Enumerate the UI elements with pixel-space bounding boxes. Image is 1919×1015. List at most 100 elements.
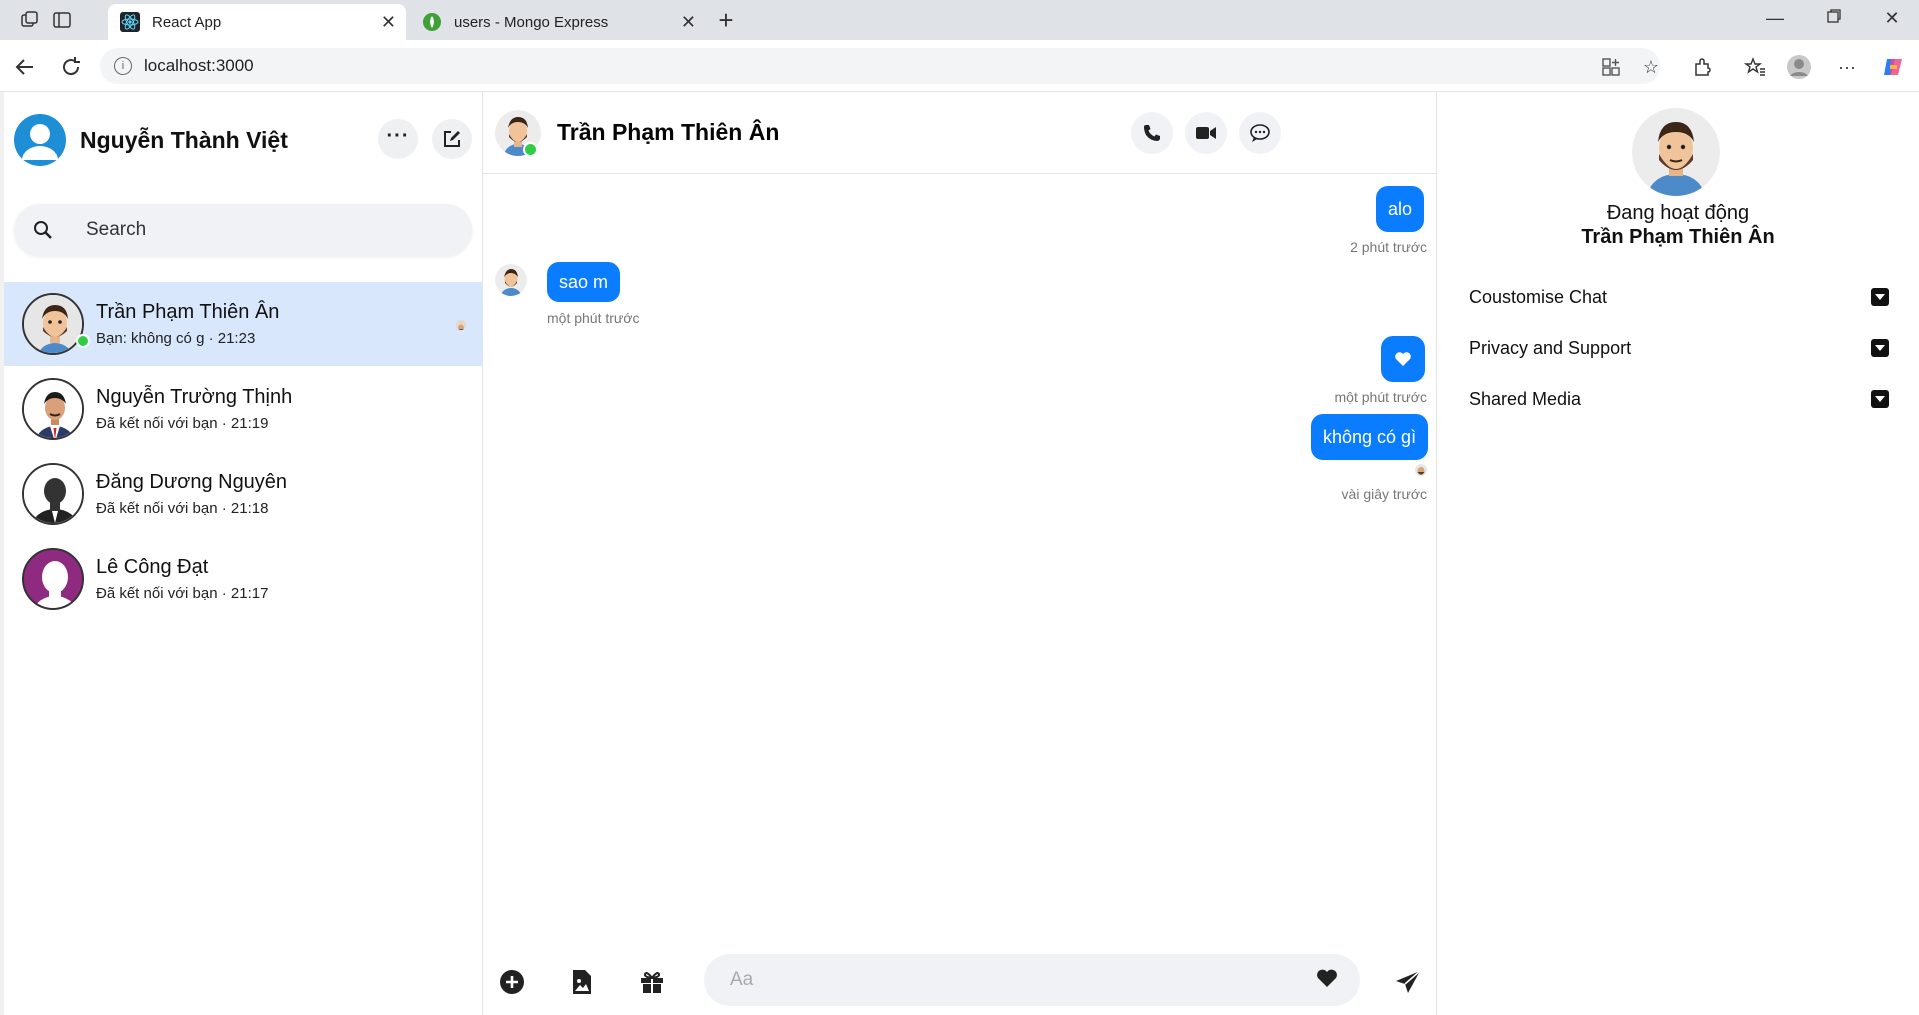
last-message: Bạn: không có g · 21:23 [96,330,256,347]
chevron-down-icon[interactable] [1871,390,1889,408]
peer-status: Đang hoạt động [1606,202,1750,224]
restore-icon[interactable] [1822,8,1846,29]
search-bar[interactable]: Search [14,204,472,256]
message-input-placeholder: Aa [730,969,754,990]
more-options-button[interactable]: ··· [378,119,418,159]
address-bar-row: i localhost:3000 ☆ ··· [0,40,1919,92]
more-options-icon[interactable]: ··· [1834,54,1860,80]
video-camera-icon [1196,127,1216,139]
message-input[interactable]: Aa [704,954,1360,1006]
contact-name: Trần Phạm Thiên Ân [96,301,280,323]
privacy-support-row[interactable]: Privacy and Support [1469,333,1889,363]
incoming-message[interactable]: sao m [547,262,621,302]
chat-panel: Trần Phạm Thiên Ân alo 2 phút trước sao … [483,92,1437,1015]
favorite-star-icon[interactable]: ☆ [1638,54,1664,80]
ellipsis-icon: ··· [386,124,410,147]
close-window-icon[interactable]: ✕ [1880,8,1904,29]
heart-reaction-message[interactable] [1381,336,1425,382]
outgoing-message[interactable]: alo [1376,186,1425,232]
tab-title: React App [152,13,222,31]
seen-avatar [456,320,466,330]
close-tab-icon[interactable]: ✕ [681,12,696,33]
vertical-tabs-icon[interactable] [50,8,74,32]
peer-name: Trần Phạm Thiên Ân [557,119,780,145]
tab-mongo-express[interactable]: users - Mongo Express ✕ [410,4,706,40]
message-time: một phút trước [547,310,640,326]
seen-avatar [1415,464,1427,476]
minimize-icon[interactable]: — [1763,8,1787,29]
user-name: Nguyễn Thành Việt [80,126,288,153]
back-icon[interactable] [12,54,38,80]
contact-avatar [22,293,84,355]
contact-avatar [22,378,84,440]
conversation-item[interactable]: Lê Công Đạt Đã kết nối với bạn · 21:17 [4,537,483,621]
section-label: Privacy and Support [1469,337,1632,358]
compose-icon [444,131,460,147]
message-time: một phút trước [1334,389,1427,405]
url-field[interactable]: i localhost:3000 [100,48,1660,84]
heart-icon[interactable] [1316,968,1338,994]
last-message: Đã kết nối với bạn · 21:17 [96,585,269,602]
site-info-icon[interactable]: i [114,57,132,75]
tab-title: users - Mongo Express [454,13,609,31]
peer-avatar-small [495,264,527,296]
workspaces-icon[interactable] [18,8,42,32]
close-tab-icon[interactable]: ✕ [381,12,396,33]
new-message-button[interactable] [432,119,472,159]
plus-circle-icon [500,970,524,994]
url-text: localhost:3000 [144,56,254,75]
contact-avatar [22,463,84,525]
voice-call-button[interactable] [1131,112,1173,154]
extensions-icon[interactable] [1690,54,1716,80]
peer-avatar[interactable] [495,109,541,157]
conversation-sidebar: Nguyễn Thành Việt ··· Search Trần Phạm T… [0,92,483,1015]
mongo-leaf-icon [422,12,442,32]
messenger-app: Nguyễn Thành Việt ··· Search Trần Phạm T… [0,92,1919,1015]
gift-button[interactable] [636,966,668,998]
video-call-button[interactable] [1185,112,1227,154]
section-label: Coustomise Chat [1469,286,1608,307]
search-input[interactable]: Search [86,219,146,241]
message-time: 2 phút trước [1350,239,1427,255]
shared-media-row[interactable]: Shared Media [1469,384,1889,414]
profile-icon[interactable] [1786,54,1812,80]
new-tab-icon[interactable]: + [714,5,738,35]
online-indicator [523,141,538,157]
phone-icon [1144,125,1160,141]
chevron-down-icon[interactable] [1871,288,1889,306]
conversation-item[interactable]: Đăng Dương Nguyên Đã kết nối với bạn · 2… [4,452,483,536]
heart-icon [1395,352,1411,366]
peer-profile-avatar[interactable] [1632,108,1720,196]
conversation-info-button[interactable] [1239,112,1281,154]
current-user: Nguyễn Thành Việt [14,114,288,166]
attach-image-button[interactable] [566,966,598,998]
online-indicator [76,334,90,348]
contact-avatar [22,548,84,610]
outgoing-message[interactable]: không có gì [1311,414,1429,460]
app-available-icon[interactable] [1598,54,1624,80]
add-button[interactable] [496,966,528,998]
user-avatar[interactable] [14,114,66,166]
contact-name: Nguyễn Trường Thịnh [96,386,293,408]
last-message: Đã kết nối với bạn · 21:18 [96,500,269,517]
contact-name: Đăng Dương Nguyên [96,471,288,493]
send-button[interactable] [1392,966,1424,998]
info-panel: Đang hoạt động Trần Phạm Thiên Ân Cousto… [1437,92,1919,1015]
copilot-icon[interactable] [1880,54,1906,80]
reload-icon[interactable] [58,54,84,80]
browser-tab-bar: React App ✕ users - Mongo Express ✕ + — … [0,0,1919,40]
conversation-item[interactable]: Nguyễn Trường Thịnh Đã kết nối với bạn ·… [4,367,483,451]
favorites-icon[interactable] [1742,54,1768,80]
chevron-down-icon[interactable] [1871,339,1889,357]
chat-header: Trần Phạm Thiên Ân [483,92,1437,174]
customise-chat-row[interactable]: Coustomise Chat [1469,282,1889,312]
gift-icon [641,972,663,993]
send-icon [1396,970,1421,993]
conversation-item[interactable]: Trần Phạm Thiên Ân Bạn: không có g · 21:… [4,282,483,366]
tab-react-app[interactable]: React App ✕ [108,4,406,40]
image-file-icon [573,970,591,994]
peer-profile-name: Trần Phạm Thiên Ân [1581,226,1775,248]
search-icon [34,221,52,239]
message-time: vài giây trước [1341,486,1427,502]
section-label: Shared Media [1469,388,1582,409]
